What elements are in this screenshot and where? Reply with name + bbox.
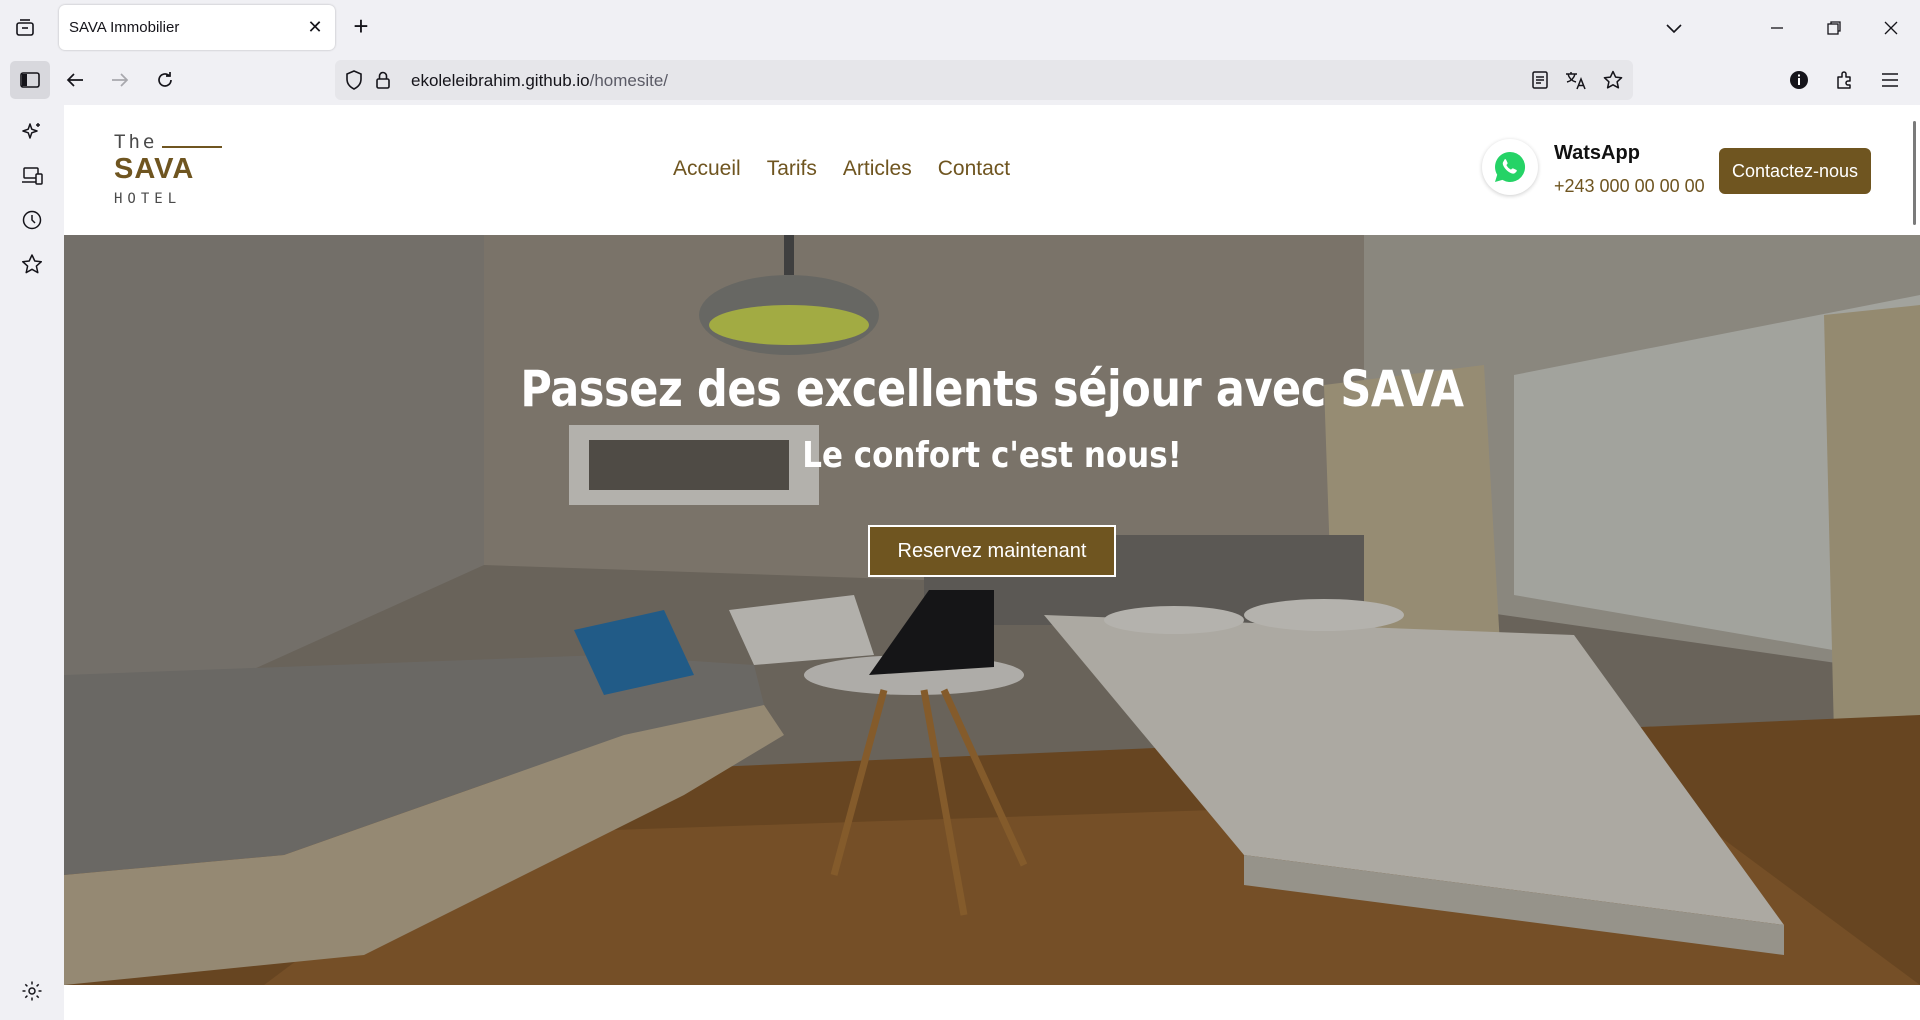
bookmarks-star-icon[interactable] [18,250,46,278]
nav-contact[interactable]: Contact [938,157,1010,181]
tab-bar: SAVA Immobilier ✕ + [0,0,1920,55]
url-bar[interactable]: ekoleleibrahim.github.io/homesite/ [335,60,1633,100]
hero-section: Passez des excellents séjour avec SAVA L… [64,235,1920,985]
page-scrollbar[interactable] [1913,121,1916,225]
url-path: /homesite/ [589,71,669,90]
restore-icon[interactable] [1820,14,1848,42]
settings-gear-icon[interactable] [18,977,46,1005]
whatsapp-phone[interactable]: +243 000 00 00 00 [1554,176,1705,197]
chevron-down-icon[interactable] [1660,14,1688,42]
star-icon[interactable] [1602,69,1624,91]
url-host: ekoleleibrahim.github.io [411,71,590,90]
window-close-icon[interactable] [1877,14,1905,42]
nav-tarifs[interactable]: Tarifs [767,157,817,181]
browser-tab[interactable]: SAVA Immobilier ✕ [59,5,335,50]
nav-articles[interactable]: Articles [843,157,912,181]
hero-title: Passez des excellents séjour avec SAVA [520,360,1464,418]
back-arrow-icon[interactable] [60,65,90,95]
navigation-toolbar: ekoleleibrahim.github.io/homesite/ [0,55,1920,105]
synced-tabs-icon[interactable] [18,162,46,190]
whatsapp-icon[interactable] [1482,139,1538,195]
hotel-logo[interactable]: The SAVA HOTEL [114,131,224,211]
minimize-icon[interactable] [1763,14,1791,42]
contact-button[interactable]: Contactez-nous [1719,148,1871,194]
url-text[interactable]: ekoleleibrahim.github.io/homesite/ [411,71,668,91]
menu-icon[interactable] [1875,65,1905,95]
translate-icon[interactable] [1565,69,1587,91]
plus-icon[interactable]: + [347,13,375,41]
forward-arrow-icon[interactable] [105,65,135,95]
hero-dark-overlay [64,235,1920,985]
lock-icon[interactable] [372,69,394,91]
browser-sidebar [0,105,64,1020]
ai-sparkle-icon[interactable] [18,118,46,146]
site-header: The SAVA HOTEL Accueil Tarifs Articles C… [64,105,1920,235]
hero-subtitle: Le confort c'est nous! [802,435,1182,476]
info-icon[interactable] [1784,65,1814,95]
shield-icon[interactable] [343,69,365,91]
whatsapp-title: WatsApp [1554,142,1640,164]
reader-mode-icon[interactable] [1529,69,1551,91]
main-nav: Accueil Tarifs Articles Contact [673,157,1010,181]
logo-divider [162,146,222,148]
book-now-button[interactable]: Reservez maintenant [868,525,1116,577]
tab-title: SAVA Immobilier [69,19,180,36]
logo-hotel: HOTEL [114,191,182,207]
tab-list-icon[interactable] [12,15,38,41]
nav-accueil[interactable]: Accueil [673,157,741,181]
logo-the: The [114,131,158,153]
close-icon[interactable]: ✕ [305,17,325,37]
history-icon[interactable] [18,206,46,234]
reload-icon[interactable] [150,65,180,95]
sidebar-icon[interactable] [10,61,50,99]
web-page: The SAVA HOTEL Accueil Tarifs Articles C… [64,105,1920,1020]
logo-name: SAVA [114,153,195,185]
extensions-icon[interactable] [1830,65,1860,95]
